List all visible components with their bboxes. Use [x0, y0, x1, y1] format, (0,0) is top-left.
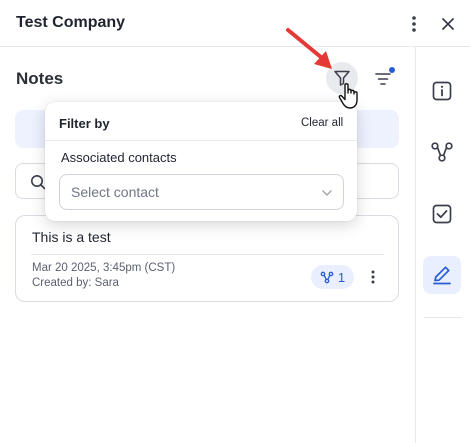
associations-icon[interactable]: [423, 133, 461, 171]
note-text: This is a test: [32, 229, 111, 245]
associations-icon: [320, 271, 334, 283]
rail-divider: [424, 317, 462, 318]
sort-icon: [375, 73, 391, 85]
annotation-arrow-icon: [284, 26, 336, 72]
info-icon[interactable]: [423, 72, 461, 110]
more-options-icon[interactable]: [404, 13, 424, 35]
contact-select-placeholder: Select contact: [71, 184, 159, 200]
hand-cursor-icon: [337, 82, 363, 110]
note-associations-badge[interactable]: 1: [311, 265, 354, 289]
filter-popover-title: Filter by: [59, 116, 110, 131]
search-icon: [30, 174, 46, 190]
notes-icon[interactable]: [423, 256, 461, 294]
tasks-icon[interactable]: [423, 195, 461, 233]
chevron-down-icon: [321, 186, 333, 198]
associations-count: 1: [337, 269, 346, 285]
clear-all-button[interactable]: Clear all: [301, 117, 343, 129]
associated-contacts-label: Associated contacts: [61, 150, 177, 165]
panel-title: Test Company: [16, 14, 126, 31]
note-more-options-icon[interactable]: [367, 267, 379, 287]
note-divider: [31, 254, 384, 255]
close-icon[interactable]: [438, 13, 458, 35]
notes-title: Notes: [16, 69, 64, 88]
note-date: Mar 20 2025, 3:45pm (CST): [32, 262, 176, 274]
filter-popover-divider: [45, 140, 357, 141]
note-author: Created by: Sara: [32, 277, 119, 289]
sort-active-indicator: [389, 67, 395, 73]
